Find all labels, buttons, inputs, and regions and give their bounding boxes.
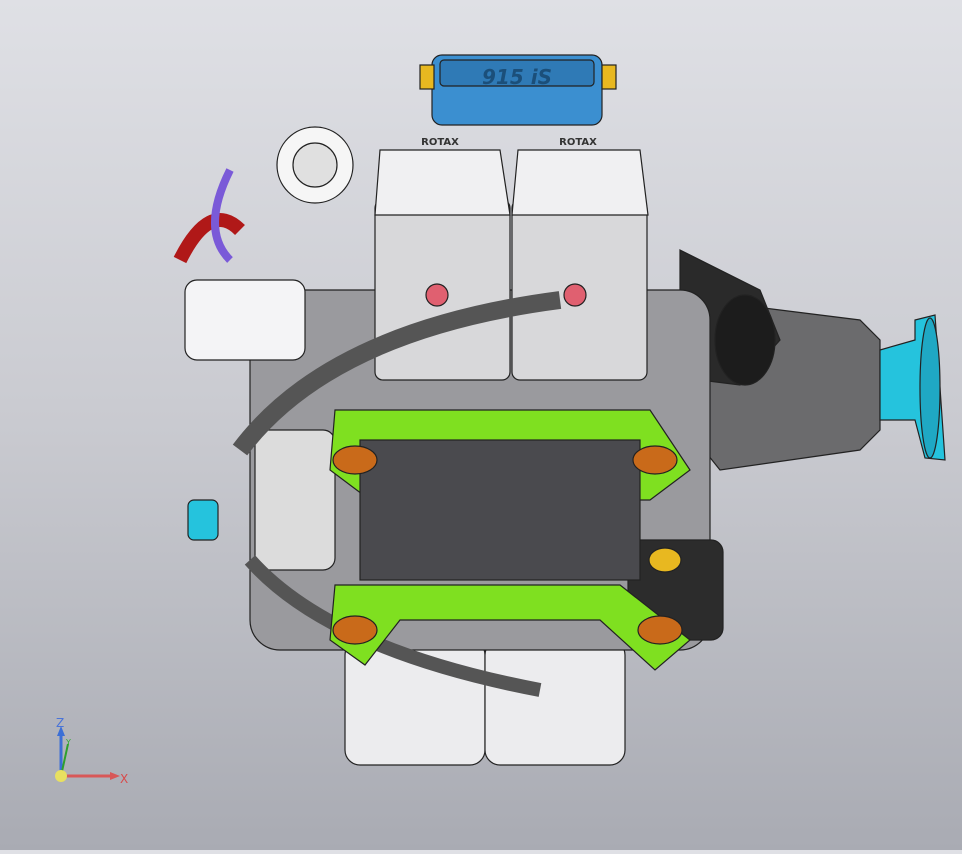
origin-marker xyxy=(55,770,67,782)
airbox-logo: 915 iS xyxy=(482,65,552,89)
alternator xyxy=(184,279,306,361)
valve-cover-left xyxy=(374,149,511,216)
y-axis-label: Y xyxy=(66,738,71,747)
axis-triad: Z Y X xyxy=(40,710,140,790)
valve-cover-right xyxy=(511,149,649,216)
3d-viewport[interactable]: 915 iS ROTAX ROTAX xyxy=(0,0,962,850)
rotax-logo-left: ROTAX xyxy=(421,137,459,148)
x-axis-label: X xyxy=(120,772,129,786)
rotax-logo-right: ROTAX xyxy=(559,137,597,148)
z-axis-label: Z xyxy=(56,716,65,730)
lower-cylinder-right xyxy=(484,639,626,766)
engine-model[interactable]: 915 iS ROTAX ROTAX xyxy=(0,0,962,850)
starter xyxy=(254,429,336,571)
